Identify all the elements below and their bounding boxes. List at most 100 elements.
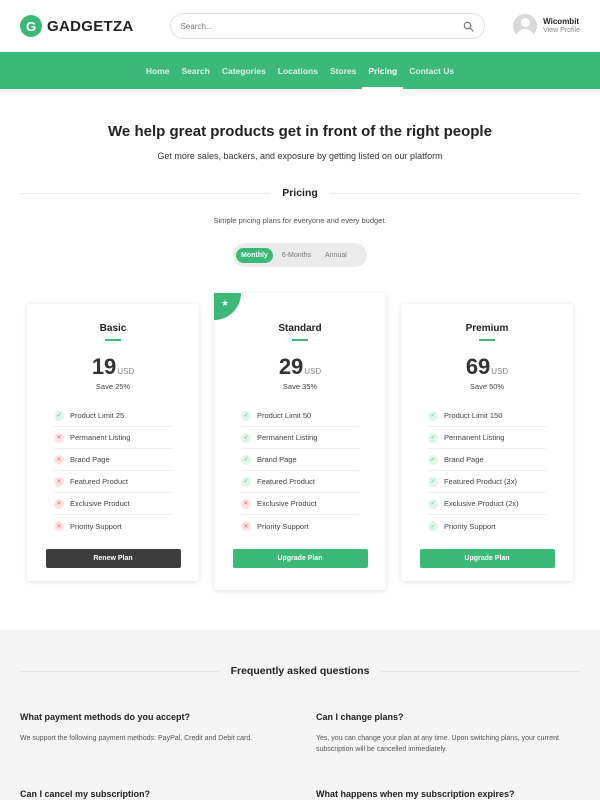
- plan-card-premium: Premium 69USD Save 50% ✓ Product Limit 15…: [401, 304, 573, 581]
- faq-question: What happens when my subscription expire…: [316, 789, 515, 799]
- check-icon: ✓: [54, 410, 64, 421]
- price-amount: 69: [465, 354, 491, 379]
- check-icon: ✓: [241, 476, 251, 487]
- feature-label: Brand Page: [70, 455, 110, 464]
- profile-name: Wicombit: [543, 17, 580, 26]
- faq-heading-text: Frequently asked questions: [218, 665, 382, 677]
- upgrade-plan-button[interactable]: Upgrade Plan: [232, 549, 368, 568]
- check-icon: ✓: [428, 454, 438, 465]
- faq-question: Can I cancel my subscription?: [20, 789, 151, 799]
- main-nav: Home Search Categories Locations Stores …: [0, 52, 600, 89]
- feature-item: ✓ Brand Page: [241, 449, 359, 471]
- renew-plan-button[interactable]: Renew Plan: [45, 549, 181, 568]
- logo-mark: G: [20, 15, 42, 37]
- hero-title: We help great products get in front of t…: [108, 123, 492, 140]
- feature-label: Permanent Listing: [444, 433, 505, 442]
- feature-item: ✕ Priority Support: [241, 515, 359, 537]
- faq-answer: We support the following payment methods…: [20, 735, 253, 742]
- billing-toggle: Monthly 6-Months Annual: [233, 243, 367, 267]
- faq-item: What payment methods do you accept? We s…: [20, 712, 285, 745]
- cross-icon: ✕: [241, 498, 251, 509]
- top-bar: G GADGETZA Wicombit View Profile: [0, 0, 600, 52]
- feature-label: Exclusive Product (2x): [444, 499, 519, 508]
- check-icon: ✓: [428, 521, 438, 531]
- nav-item-home[interactable]: Home: [140, 52, 176, 89]
- check-icon: ✓: [241, 454, 251, 465]
- feature-label: Brand Page: [257, 455, 297, 464]
- feature-label: Featured Product (3x): [444, 477, 517, 486]
- feature-item: ✕ Priority Support: [54, 515, 172, 537]
- logo-text: GADGETZA: [47, 17, 134, 35]
- cross-icon: ✕: [54, 432, 64, 443]
- price-currency: USD: [117, 367, 135, 376]
- price-amount: 19: [91, 354, 117, 379]
- nav-item-search[interactable]: Search: [176, 52, 216, 89]
- price-currency: USD: [491, 367, 509, 376]
- search-bar[interactable]: [169, 13, 485, 39]
- plan-underline: [105, 339, 121, 341]
- plan-card-basic: Basic 19USD Save 25% ✓ Product Limit 25 ✕…: [27, 304, 199, 581]
- cross-icon: ✕: [241, 521, 251, 531]
- feature-label: Priority Support: [70, 521, 122, 531]
- feature-item: ✓ Priority Support: [428, 515, 546, 537]
- faq-heading: Frequently asked questions: [20, 664, 580, 678]
- feature-item: ✓ Featured Product: [241, 471, 359, 493]
- faq-item: What happens when my subscription expire…: [316, 789, 581, 799]
- pricing-subheading: Simple pricing plans for everyone and ev…: [213, 216, 387, 225]
- plan-name: Premium: [465, 323, 509, 334]
- feature-item: ✕ Exclusive Product: [54, 493, 172, 515]
- feature-label: Priority Support: [257, 521, 309, 531]
- feature-item: ✓ Product Limit 150: [428, 405, 546, 427]
- faq-item: Can I cancel my subscription?: [20, 789, 285, 799]
- faq-question: What payment methods do you accept?: [20, 712, 191, 722]
- plan-card-standard: ★ Standard 29USD Save 35% ✓ Product Limit…: [214, 293, 386, 590]
- plan-underline: [479, 339, 495, 341]
- feature-label: Featured Product: [70, 477, 128, 486]
- feature-list: ✓ Product Limit 50 ✓ Permanent Listing ✓ Br…: [241, 405, 359, 537]
- view-profile-link[interactable]: View Profile: [543, 27, 580, 35]
- nav-item-pricing[interactable]: Pricing: [362, 52, 404, 89]
- billing-option-monthly[interactable]: Monthly: [236, 247, 273, 263]
- feature-item: ✓ Brand Page: [428, 449, 546, 471]
- avatar[interactable]: [513, 14, 538, 38]
- plan-savings: Save 25%: [95, 382, 131, 391]
- feature-item: ✕ Brand Page: [54, 449, 172, 471]
- feature-label: Permanent Listing: [70, 433, 131, 442]
- plan-savings: Save 35%: [282, 382, 318, 391]
- check-icon: ✓: [241, 410, 251, 421]
- price-amount: 29: [278, 354, 304, 379]
- billing-option-6-months[interactable]: 6-Months: [277, 248, 316, 263]
- search-input[interactable]: [180, 21, 463, 31]
- faq-item: Can I change plans? Yes, you can change …: [316, 712, 581, 756]
- feature-item: ✓ Featured Product (3x): [428, 471, 546, 493]
- profile[interactable]: Wicombit View Profile: [513, 14, 580, 38]
- billing-option-annual[interactable]: Annual: [320, 248, 352, 263]
- price-currency: USD: [304, 367, 322, 376]
- feature-label: Brand Page: [444, 455, 484, 464]
- feature-item: ✓ Permanent Listing: [241, 427, 359, 449]
- check-icon: ✓: [428, 476, 438, 487]
- pricing-cards: Basic 19USD Save 25% ✓ Product Limit 25 ✕…: [0, 293, 600, 593]
- feature-item: ✓ Product Limit 25: [54, 405, 172, 427]
- search-icon[interactable]: [463, 21, 474, 32]
- nav-item-stores[interactable]: Stores: [324, 52, 362, 89]
- plan-savings: Save 50%: [469, 382, 505, 391]
- logo[interactable]: G GADGETZA: [20, 15, 134, 37]
- pricing-heading: Pricing: [20, 186, 580, 200]
- hero-subtitle: Get more sales, backers, and exposure by…: [157, 151, 443, 161]
- nav-item-locations[interactable]: Locations: [272, 52, 324, 89]
- feature-label: Product Limit 150: [444, 411, 503, 420]
- check-icon: ✓: [428, 410, 438, 421]
- nav-item-contact-us[interactable]: Contact Us: [403, 52, 460, 89]
- feature-label: Exclusive Product: [257, 499, 317, 508]
- feature-item: ✕ Featured Product: [54, 471, 172, 493]
- faq-section: Frequently asked questions What payment …: [0, 630, 600, 800]
- check-icon: ✓: [241, 432, 251, 443]
- cross-icon: ✕: [54, 521, 64, 531]
- feature-label: Exclusive Product: [70, 499, 130, 508]
- faq-answer: Yes, you can change your plan at any tim…: [316, 735, 559, 753]
- cross-icon: ✕: [54, 498, 64, 509]
- upgrade-plan-button[interactable]: Upgrade Plan: [419, 549, 555, 568]
- feature-list: ✓ Product Limit 150 ✓ Permanent Listing ✓ B…: [428, 405, 546, 537]
- nav-item-categories[interactable]: Categories: [216, 52, 272, 89]
